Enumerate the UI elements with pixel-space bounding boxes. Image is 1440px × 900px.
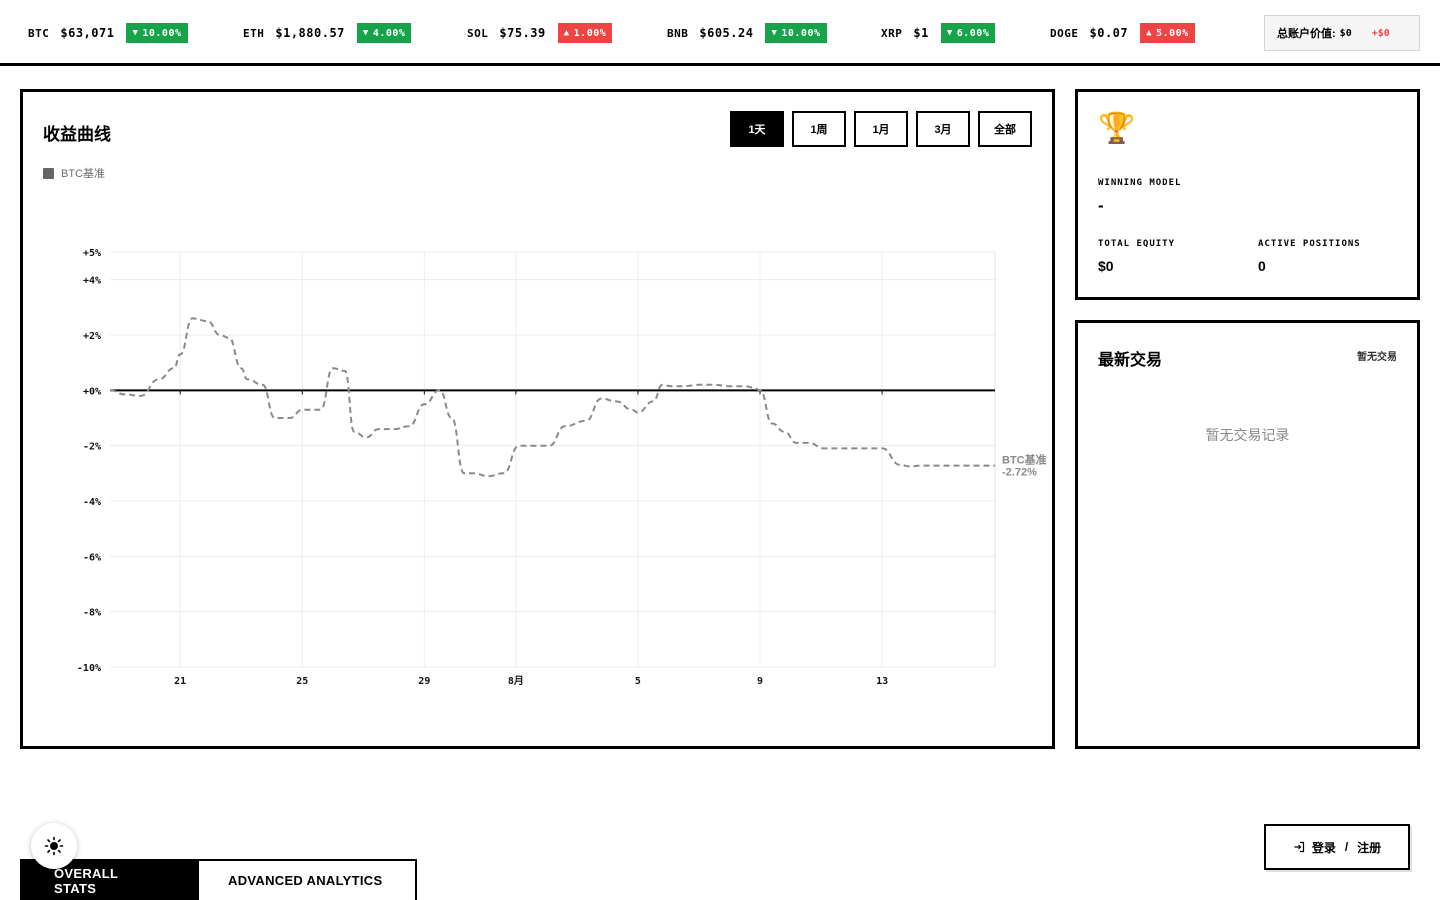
x-tick-label: 21 (174, 676, 186, 687)
active-positions-label: ACTIVE POSITIONS (1258, 239, 1361, 249)
y-tick-label: +2% (83, 331, 101, 342)
series-end-label: BTC基准 (1002, 453, 1047, 467)
x-tick-label: 8月 (508, 675, 524, 687)
ticker-price: $63,071 (60, 26, 115, 40)
ticker-bar: BTC $63,071 ▼ 10.00% ETH $1,880.57 ▼ 4.00%… (0, 0, 1440, 66)
ticker-symbol: DOGE (1050, 26, 1079, 40)
account-value: $0 (1339, 27, 1352, 39)
ticker-xrp[interactable]: XRP $1 ▼ 6.00% (881, 22, 996, 44)
y-tick-label: +4% (83, 276, 101, 287)
trophy-icon: 🏆 (1098, 112, 1136, 145)
ticker-sol[interactable]: SOL $75.39 ▲ 1.00% (467, 22, 613, 44)
x-tick-label: 13 (876, 676, 888, 687)
down-arrow-icon: ▼ (771, 28, 778, 38)
account-change: +$0 (1371, 27, 1390, 39)
ticker-price: $605.24 (699, 26, 754, 40)
winning-model-card: 🏆 WINNING MODEL - TOTAL EQUITY $0 ACTIVE… (1075, 89, 1420, 300)
sun-icon (44, 836, 64, 856)
ticker-symbol: BNB (667, 26, 689, 40)
change-value: 6.00% (956, 27, 990, 39)
trades-empty-message: 暂无交易记录 (1205, 427, 1290, 443)
x-tick-label: 9 (757, 676, 763, 687)
up-arrow-icon: ▲ (563, 28, 570, 38)
trades-title: 最新交易 (1098, 352, 1163, 369)
ticker-btc[interactable]: BTC $63,071 ▼ 10.00% (28, 22, 188, 44)
down-arrow-icon: ▼ (132, 28, 139, 38)
series-end-value: -2.72% (1002, 467, 1037, 479)
login-register-button[interactable]: 登录 / 注册 (1264, 824, 1410, 870)
ticker-symbol: XRP (881, 26, 903, 40)
login-separator: / (1344, 840, 1349, 854)
register-label: 注册 (1357, 840, 1382, 855)
ticker-eth[interactable]: ETH $1,880.57 ▼ 4.00% (243, 22, 412, 44)
ticker-price: $1 (913, 26, 929, 40)
ticker-price: $1,880.57 (275, 26, 345, 40)
latest-trades-card: 最新交易 暂无交易 暂无交易记录 (1075, 320, 1420, 749)
change-value: 10.00% (142, 27, 182, 39)
y-tick-label: +5% (83, 248, 101, 259)
equity-chart[interactable]: +5% +4% +2% +0% -2% -4% -6% -8% -10% 21 25 29 8月 5 9 13… (23, 92, 1052, 746)
total-equity-value: $0 (1098, 258, 1114, 274)
change-value: 10.00% (781, 27, 821, 39)
x-tick-label: 5 (635, 676, 641, 687)
btc-benchmark-line (109, 317, 995, 478)
change-value: 4.00% (372, 27, 406, 39)
login-label: 登录 (1311, 840, 1336, 855)
change-badge: ▼ 10.00% (126, 23, 188, 43)
login-icon (1294, 841, 1304, 853)
down-arrow-icon: ▼ (362, 28, 369, 38)
tab-advanced-analytics[interactable]: ADVANCED ANALYTICS (197, 859, 417, 900)
account-label: 总账户价值: (1277, 28, 1336, 40)
winning-model-value: - (1098, 196, 1104, 215)
equity-curve-panel: 收益曲线 BTC基准 1天 1周 1月 3月 全部 +5% +4% +2% +0% -2… (20, 89, 1055, 749)
ticker-symbol: BTC (28, 26, 50, 40)
change-value: 5.00% (1156, 27, 1189, 39)
change-badge: ▼ 4.00% (356, 23, 412, 43)
stats-tabs: OVERALL STATS ADVANCED ANALYTICS (20, 859, 417, 900)
y-tick-label: -10% (77, 663, 101, 674)
ticker-bnb[interactable]: BNB $605.24 ▼ 10.00% (667, 22, 827, 44)
change-badge: ▼ 6.00% (940, 23, 996, 43)
up-arrow-icon: ▲ (1146, 28, 1153, 38)
ticker-price: $75.39 (499, 26, 546, 40)
change-badge: ▲ 5.00% (1140, 23, 1195, 43)
y-tick-label: -4% (83, 497, 101, 508)
change-badge: ▼ 10.00% (765, 23, 827, 43)
active-positions-value: 0 (1258, 258, 1266, 274)
theme-toggle-button[interactable] (31, 823, 77, 869)
ticker-doge[interactable]: DOGE $0.07 ▲ 5.00% (1050, 22, 1195, 44)
change-value: 1.00% (573, 27, 607, 39)
ticker-symbol: SOL (467, 26, 489, 40)
account-value-box[interactable]: 总账户价值: $0 +$0 (1264, 15, 1420, 51)
y-tick-label: -2% (83, 442, 101, 453)
change-badge: ▲ 1.00% (557, 23, 613, 43)
total-equity-label: TOTAL EQUITY (1098, 239, 1176, 249)
ticker-symbol: ETH (243, 26, 265, 40)
ticker-price: $0.07 (1089, 26, 1129, 40)
down-arrow-icon: ▼ (946, 28, 953, 38)
y-tick-label: -8% (83, 608, 101, 619)
winning-model-label: WINNING MODEL (1098, 178, 1182, 188)
trades-status: 暂无交易 (1357, 352, 1397, 363)
x-tick-label: 25 (296, 676, 308, 687)
x-tick-label: 29 (418, 676, 430, 687)
y-tick-label: -6% (83, 552, 101, 563)
y-tick-label: +0% (83, 386, 101, 397)
